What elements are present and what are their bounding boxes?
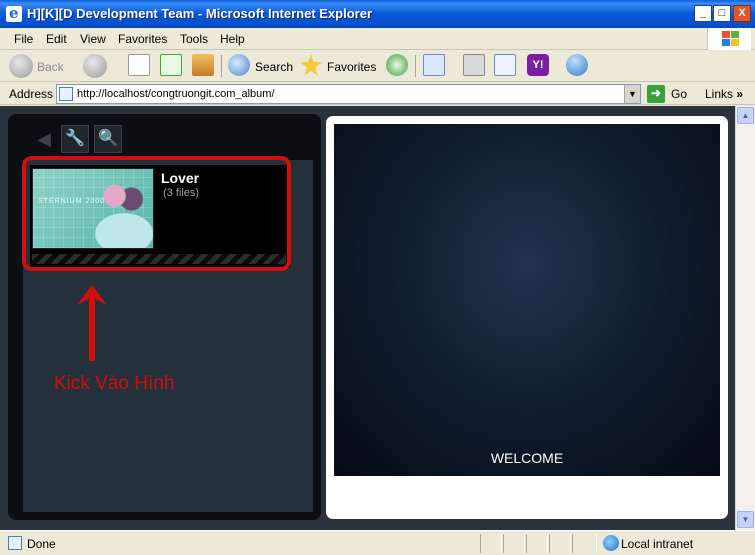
welcome-text: WELCOME: [490, 450, 564, 466]
links-button[interactable]: Links »: [705, 87, 743, 101]
address-bar: Address http://localhost/congtruongit.co…: [0, 83, 755, 105]
edit-icon[interactable]: [494, 54, 516, 76]
close-button[interactable]: X: [733, 5, 751, 22]
toolbar: Back Search Favorites Y!: [0, 51, 755, 82]
menu-favorites[interactable]: Favorites: [118, 32, 167, 46]
scroll-down-icon[interactable]: ▼: [737, 511, 754, 528]
intranet-zone-icon: [603, 535, 619, 551]
favorites-star-icon[interactable]: [300, 54, 322, 76]
maximize-button[interactable]: □: [713, 5, 731, 22]
address-label: Address: [9, 87, 54, 101]
forward-arrow-icon[interactable]: [83, 54, 107, 78]
page-icon: [59, 87, 73, 101]
title-bar: H][K][D Development Team - Microsoft Int…: [0, 0, 755, 28]
annotation-arrow-shaft: [89, 293, 95, 361]
links-chevron-icon: »: [736, 87, 744, 101]
stop-icon[interactable]: [128, 54, 150, 76]
print-icon[interactable]: [463, 54, 485, 76]
vertical-scrollbar[interactable]: ▲ ▼: [735, 106, 755, 530]
back-nav-icon[interactable]: ◀: [32, 127, 56, 151]
minimize-button[interactable]: _: [694, 5, 712, 22]
favorites-button-label[interactable]: Favorites: [327, 60, 376, 74]
go-button[interactable]: Go: [671, 87, 687, 101]
scroll-up-icon[interactable]: ▲: [737, 107, 754, 124]
status-cell: [503, 534, 525, 553]
status-cell: [549, 534, 571, 553]
go-arrow-icon[interactable]: ➜: [647, 85, 665, 103]
refresh-icon[interactable]: [160, 54, 182, 76]
toolbar-separator: [221, 55, 222, 77]
annotation-text: Kick Vào Hình: [54, 373, 175, 394]
settings-wrench-icon[interactable]: 🔧: [61, 125, 89, 153]
links-label: Links: [705, 87, 734, 101]
back-button-label[interactable]: Back: [37, 60, 64, 74]
welcome-screen: [334, 124, 720, 476]
address-url[interactable]: http://localhost/congtruongit.com_album/: [77, 88, 275, 100]
messenger-icon[interactable]: [566, 54, 588, 76]
window-title: H][K][D Development Team - Microsoft Int…: [27, 6, 373, 21]
toolbar-separator: [415, 55, 416, 77]
page-done-icon: [8, 536, 22, 550]
menu-help[interactable]: Help: [220, 32, 245, 46]
search-icon[interactable]: [228, 54, 250, 76]
address-dropdown-icon[interactable]: ▼: [624, 85, 640, 103]
windows-flag-icon: [707, 28, 751, 50]
back-arrow-icon[interactable]: [9, 54, 33, 78]
ie-logo-icon[interactable]: [6, 4, 22, 22]
history-icon[interactable]: [386, 54, 408, 76]
menu-bar: File Edit View Favorites Tools Help: [0, 28, 755, 50]
mail-icon[interactable]: [423, 54, 445, 76]
menu-tools[interactable]: Tools: [180, 32, 208, 46]
search-button-label[interactable]: Search: [255, 60, 293, 74]
security-zone-text: Local intranet: [621, 537, 694, 551]
menu-edit[interactable]: Edit: [46, 32, 67, 46]
menu-file[interactable]: File: [14, 32, 33, 46]
status-cell: [572, 534, 597, 553]
home-icon[interactable]: [192, 54, 214, 76]
address-input[interactable]: http://localhost/congtruongit.com_album/…: [56, 84, 641, 104]
menu-view[interactable]: View: [80, 32, 106, 46]
status-cell: [480, 534, 502, 553]
yahoo-icon[interactable]: Y!: [527, 54, 549, 76]
zoom-search-icon[interactable]: 🔍: [94, 125, 122, 153]
status-cell: [526, 534, 548, 553]
annotation-highlight-box: [22, 156, 291, 271]
status-text: Done: [27, 537, 56, 551]
status-bar: Done Local intranet: [0, 530, 755, 555]
